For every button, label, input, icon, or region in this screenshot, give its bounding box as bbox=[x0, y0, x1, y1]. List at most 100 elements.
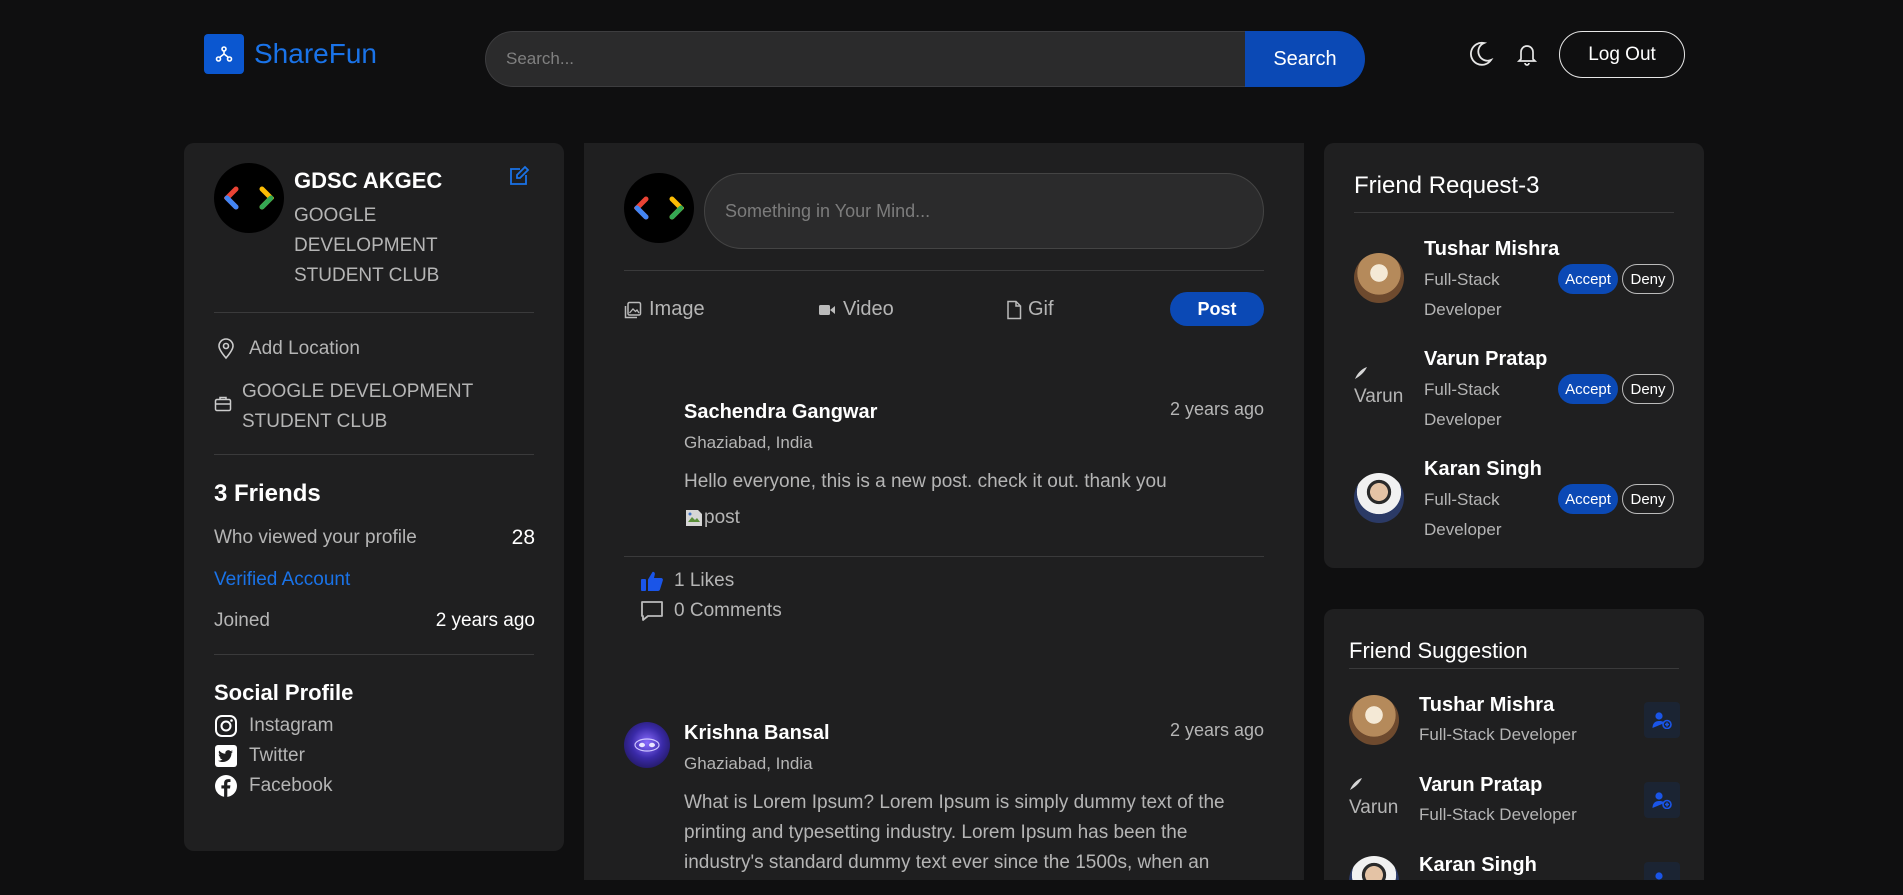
video-icon bbox=[819, 304, 835, 315]
suggestion-role: Full-Stack Developer bbox=[1419, 725, 1577, 744]
viewport-edge bbox=[1324, 880, 1704, 895]
profile-subtitle: GOOGLE DEVELOPMENT STUDENT CLUB bbox=[294, 201, 439, 291]
post-image-alt: post bbox=[704, 507, 740, 528]
organization-text: GOOGLE DEVELOPMENT STUDENT CLUB bbox=[242, 377, 473, 437]
add-video-button[interactable]: Video bbox=[818, 298, 894, 321]
deny-button[interactable]: Deny bbox=[1622, 264, 1674, 294]
post-image: post bbox=[684, 507, 740, 529]
brand-logo[interactable]: ShareFun bbox=[204, 34, 377, 74]
organization-line: STUDENT CLUB bbox=[242, 411, 388, 432]
add-image-button[interactable]: Image bbox=[624, 298, 705, 321]
deny-button[interactable]: Deny bbox=[1622, 374, 1674, 404]
facebook-icon bbox=[214, 774, 238, 803]
avatar-alt-text: Varun bbox=[1349, 797, 1399, 818]
post-timestamp: 2 years ago bbox=[1169, 399, 1264, 419]
request-role-line: Full-Stack bbox=[1424, 270, 1500, 289]
request-avatar[interactable] bbox=[1354, 253, 1404, 303]
post-text: What is Lorem Ipsum? Lorem Ipsum is simp… bbox=[684, 788, 1225, 878]
likes-count: 1 Likes bbox=[674, 570, 735, 591]
accept-button[interactable]: Accept bbox=[1558, 374, 1618, 404]
post-author[interactable]: Sachendra Gangwar bbox=[684, 401, 877, 424]
profile-subtitle-line: STUDENT CLUB bbox=[294, 265, 440, 286]
comments-count: 0 Comments bbox=[674, 600, 782, 621]
avatar-alt-text: Varun bbox=[1354, 386, 1404, 407]
request-role-line: Developer bbox=[1424, 300, 1502, 319]
brand-name: ShareFun bbox=[254, 38, 377, 69]
post-button[interactable]: Post bbox=[1170, 292, 1264, 326]
post-text-line: printing and typesetting industry. Lorem… bbox=[684, 822, 1188, 843]
instagram-icon bbox=[214, 714, 238, 743]
request-role: Full-Stack Developer bbox=[1424, 375, 1502, 435]
profile-viewers-count: 28 bbox=[511, 526, 535, 549]
gif-file-icon bbox=[1007, 300, 1022, 319]
search-bar: Search bbox=[485, 31, 1365, 87]
like-button[interactable]: 1 Likes bbox=[640, 570, 734, 592]
search-button[interactable]: Search bbox=[1245, 31, 1365, 87]
divider bbox=[214, 454, 534, 455]
instagram-link[interactable]: Instagram bbox=[249, 715, 333, 737]
suggestion-avatar[interactable]: Varun bbox=[1349, 777, 1399, 827]
broken-image-icon bbox=[1350, 778, 1362, 790]
post-text: Hello everyone, this is a new post. chec… bbox=[684, 471, 1167, 492]
search-input[interactable] bbox=[485, 31, 1245, 87]
divider bbox=[624, 270, 1264, 271]
verified-account-link[interactable]: Verified Account bbox=[214, 569, 350, 591]
user-plus-icon bbox=[1652, 712, 1672, 729]
gdsc-logo-icon bbox=[634, 196, 684, 220]
add-location-link[interactable]: Add Location bbox=[249, 338, 360, 360]
accept-button[interactable]: Accept bbox=[1558, 264, 1618, 294]
divider bbox=[1349, 668, 1679, 669]
user-plus-icon bbox=[1652, 792, 1672, 809]
moon-icon[interactable] bbox=[1466, 38, 1496, 70]
facebook-link[interactable]: Facebook bbox=[249, 775, 332, 797]
divider bbox=[1354, 212, 1674, 213]
image-icon bbox=[624, 301, 642, 318]
thumbs-up-icon bbox=[641, 571, 663, 591]
accept-button[interactable]: Accept bbox=[1558, 484, 1618, 514]
profile-avatar[interactable] bbox=[214, 163, 284, 233]
profile-subtitle-line: GOOGLE bbox=[294, 205, 377, 226]
post-location: Ghaziabad, India bbox=[684, 754, 813, 773]
post-input[interactable] bbox=[704, 173, 1264, 249]
suggestion-avatar[interactable] bbox=[1349, 695, 1399, 745]
comment-icon bbox=[641, 601, 663, 621]
joined-value: 2 years ago bbox=[435, 610, 535, 631]
add-friend-button[interactable] bbox=[1644, 702, 1680, 738]
suggestion-name[interactable]: Tushar Mishra bbox=[1419, 694, 1554, 717]
bell-icon[interactable] bbox=[1512, 38, 1542, 70]
request-name[interactable]: Karan Singh bbox=[1424, 458, 1542, 481]
friend-suggestions-title: Friend Suggestion bbox=[1349, 638, 1528, 663]
comment-button[interactable]: 0 Comments bbox=[640, 600, 782, 622]
divider bbox=[214, 312, 534, 313]
post-author-avatar[interactable] bbox=[624, 722, 670, 768]
post-text-line: industry's standard dummy text ever sinc… bbox=[684, 852, 1210, 873]
friends-count[interactable]: 3 Friends bbox=[214, 480, 321, 508]
request-role: Full-Stack Developer bbox=[1424, 485, 1502, 545]
request-role-line: Full-Stack bbox=[1424, 380, 1500, 399]
gdsc-logo-icon bbox=[224, 186, 274, 210]
add-friend-button[interactable] bbox=[1644, 782, 1680, 818]
suggestion-name[interactable]: Karan Singh bbox=[1419, 854, 1537, 877]
request-name[interactable]: Varun Pratap bbox=[1424, 348, 1547, 371]
image-label: Image bbox=[649, 298, 705, 320]
twitter-link[interactable]: Twitter bbox=[249, 745, 305, 767]
profile-subtitle-line: DEVELOPMENT bbox=[294, 235, 438, 256]
twitter-icon bbox=[214, 744, 238, 773]
request-avatar[interactable] bbox=[1354, 473, 1404, 523]
social-profile-title: Social Profile bbox=[214, 680, 354, 705]
post-text-line: What is Lorem Ipsum? Lorem Ipsum is simp… bbox=[684, 792, 1225, 813]
divider bbox=[214, 654, 534, 655]
suggestion-role: Full-Stack Developer bbox=[1419, 805, 1577, 824]
request-name[interactable]: Tushar Mishra bbox=[1424, 238, 1559, 261]
share-icon bbox=[204, 34, 244, 74]
deny-button[interactable]: Deny bbox=[1622, 484, 1674, 514]
edit-icon[interactable] bbox=[508, 165, 530, 192]
request-avatar[interactable]: Varun bbox=[1354, 366, 1404, 416]
add-gif-button[interactable]: Gif bbox=[1006, 298, 1054, 321]
divider bbox=[624, 556, 1264, 557]
suggestion-name[interactable]: Varun Pratap bbox=[1419, 774, 1542, 797]
logout-button[interactable]: Log Out bbox=[1559, 31, 1685, 78]
profile-viewers-label: Who viewed your profile bbox=[214, 527, 417, 548]
request-role-line: Full-Stack bbox=[1424, 490, 1500, 509]
post-author[interactable]: Krishna Bansal bbox=[684, 722, 830, 745]
